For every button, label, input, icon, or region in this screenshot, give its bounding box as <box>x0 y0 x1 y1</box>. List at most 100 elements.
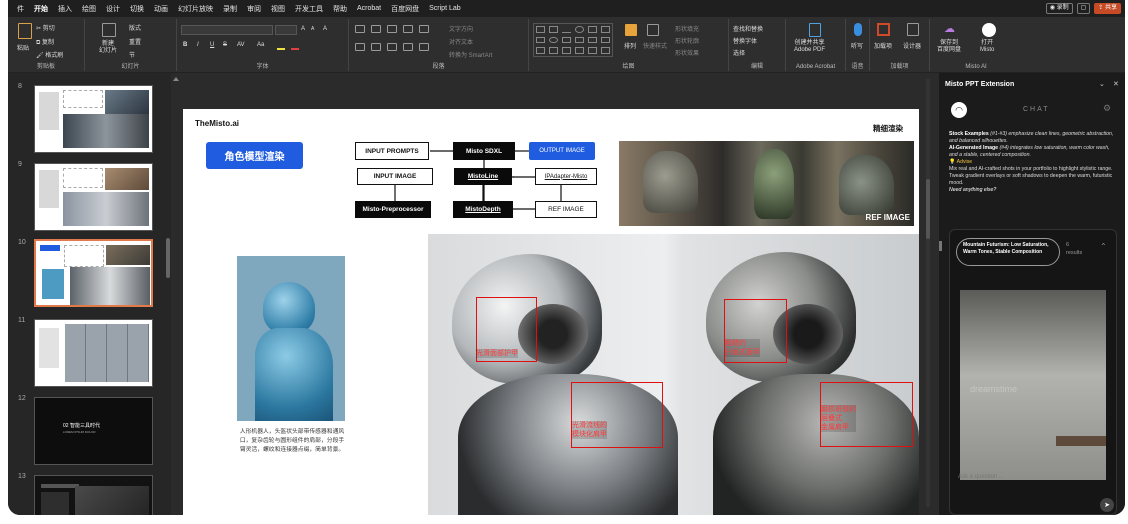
chat-line: Stock Examples (#1-#3) emphasize clean l… <box>949 131 1114 144</box>
increase-font-button[interactable]: A <box>301 26 305 32</box>
thumbnail-slide-13[interactable] <box>34 475 153 515</box>
tab-baidu[interactable]: 百度网盘 <box>386 4 424 14</box>
save-to-cloud-button[interactable]: 保存到 百度网盘 <box>937 40 961 54</box>
arrange-icon[interactable] <box>625 24 637 36</box>
thumbnail-slide-11[interactable] <box>34 319 153 387</box>
smartart-button[interactable]: 转换为 SmartArt <box>449 50 492 59</box>
new-slide-button[interactable]: 新建 幻灯片 <box>99 41 117 55</box>
tab-transitions[interactable]: 切换 <box>125 4 149 14</box>
tab-review[interactable]: 审阅 <box>242 4 266 14</box>
align-text-button[interactable]: 对齐文本 <box>449 37 473 46</box>
shape-outline-button[interactable]: 形状轮廓 <box>675 36 699 45</box>
create-pdf-button[interactable]: 创建并共享 Adobe PDF <box>794 40 825 54</box>
numbering-icon[interactable] <box>371 25 381 33</box>
baidu-cloud-icon[interactable]: ☁ <box>944 23 956 35</box>
slide[interactable]: TheMisto.ai 精细渲染 角色模型渲染 INPUT PROMPTS Mi… <box>183 109 919 515</box>
chat-messages: Stock Examples (#1-#3) emphasize clean l… <box>949 131 1117 194</box>
pdf-icon[interactable] <box>809 23 821 37</box>
layout-button[interactable]: 版式 <box>129 23 141 32</box>
outdent-icon[interactable] <box>403 25 413 33</box>
tab-design[interactable]: 设计 <box>101 4 125 14</box>
comment-button[interactable]: ▢ <box>1076 3 1091 14</box>
tab-draw[interactable]: 绘图 <box>77 4 101 14</box>
ask-input[interactable]: Ask a question... <box>958 474 1002 480</box>
tab-developer[interactable]: 开发工具 <box>290 4 328 14</box>
justify-icon[interactable] <box>403 43 413 51</box>
send-icon[interactable]: ➤ <box>1100 498 1114 512</box>
indent-icon[interactable] <box>387 25 397 33</box>
shapes-gallery[interactable] <box>533 23 613 57</box>
reset-button[interactable]: 重置 <box>129 37 141 46</box>
tab-acrobat[interactable]: Acrobat <box>352 5 386 12</box>
tab-insert[interactable]: 插入 <box>53 4 77 14</box>
shape-effect-button[interactable]: 形状效果 <box>675 48 699 57</box>
panel-resize-handle[interactable] <box>939 241 942 251</box>
tab-home[interactable]: 开始 <box>29 4 53 14</box>
share-button[interactable]: ⇪ 共享 <box>1094 3 1121 14</box>
thumbnail-slide-12[interactable]: 02 智能三具时代 LOREM IPSUM DOLOR <box>34 397 153 465</box>
clear-format-button[interactable]: A <box>323 26 327 32</box>
select-button[interactable]: 选择 <box>733 48 745 57</box>
bold-button[interactable]: B <box>183 42 187 48</box>
find-button[interactable]: 查找和替换 <box>733 24 763 33</box>
open-misto-button[interactable]: 打开 Misto <box>980 40 994 54</box>
result-tag[interactable]: Mountain Futurism: Low Saturation, Warm … <box>956 238 1060 266</box>
paste-label[interactable]: 粘贴 <box>17 43 29 52</box>
italic-button[interactable]: I <box>197 42 199 48</box>
result-image[interactable]: dreamstime <box>960 290 1106 480</box>
collapse-arrow-icon[interactable] <box>173 77 179 81</box>
font-color-icon[interactable] <box>291 43 299 50</box>
font-size-select[interactable] <box>275 25 297 35</box>
tab-help[interactable]: 帮助 <box>328 4 352 14</box>
canvas-scrollbar[interactable] <box>926 79 930 507</box>
char-spacing-button[interactable]: AV <box>237 42 245 48</box>
misto-logo-icon[interactable] <box>982 23 996 37</box>
record-button[interactable]: ◉ 录制 <box>1045 3 1073 14</box>
line-spacing-icon[interactable] <box>419 25 429 33</box>
text-direction-button[interactable]: 文字方向 <box>449 24 473 33</box>
align-right-icon[interactable] <box>387 43 397 51</box>
arrange-button[interactable]: 排列 <box>624 41 636 50</box>
thumbnail-scrollbar[interactable] <box>166 238 170 278</box>
collapse-icon[interactable]: ⌃ <box>1100 242 1107 251</box>
format-painter-button[interactable]: 🖌 格式刷 <box>36 50 63 59</box>
new-slide-icon[interactable] <box>102 23 116 37</box>
tab-slideshow[interactable]: 幻灯片放映 <box>173 4 218 14</box>
cut-button[interactable]: ✂ 剪切 <box>36 23 55 32</box>
section-button[interactable]: 节 <box>129 50 135 59</box>
close-icon[interactable]: ✕ <box>1113 80 1119 88</box>
font-name-select[interactable] <box>181 25 273 35</box>
highlight-icon[interactable] <box>277 43 285 50</box>
thumbnail-slide-9[interactable] <box>34 163 153 231</box>
quick-styles-button[interactable]: 快速样式 <box>643 41 667 50</box>
paste-icon[interactable] <box>18 23 32 39</box>
change-case-button[interactable]: Aa <box>257 42 264 48</box>
replace-font-button[interactable]: 替换字体 <box>733 36 757 45</box>
tab-record[interactable]: 录制 <box>218 4 242 14</box>
addins-button[interactable]: 加载项 <box>874 41 892 50</box>
dictate-button[interactable]: 听写 <box>851 41 863 50</box>
decrease-font-button[interactable]: A <box>311 26 314 32</box>
designer-button[interactable]: 设计器 <box>903 41 921 50</box>
addins-icon[interactable] <box>877 23 890 36</box>
columns-icon[interactable] <box>419 43 429 51</box>
settings-icon[interactable]: ⚙ <box>1103 103 1111 114</box>
copy-button[interactable]: ⧉ 复制 <box>36 37 54 47</box>
tab-view[interactable]: 视图 <box>266 4 290 14</box>
strike-button[interactable]: S <box>223 42 227 48</box>
quick-styles-icon[interactable] <box>647 24 659 36</box>
underline-button[interactable]: U <box>210 42 214 48</box>
align-left-icon[interactable] <box>355 43 365 51</box>
tab-scriptlab[interactable]: Script Lab <box>424 5 466 12</box>
thumbnail-slide-8[interactable] <box>34 85 153 153</box>
microphone-icon[interactable] <box>854 23 862 36</box>
ribbon: 粘贴 ✂ 剪切 ⧉ 复制 🖌 格式刷 剪贴板 新建 幻灯片 版式 重置 节 幻灯… <box>8 17 1125 73</box>
panel-options-icon[interactable]: ⌄ <box>1099 80 1105 88</box>
designer-icon[interactable] <box>907 23 919 36</box>
tab-animations[interactable]: 动画 <box>149 4 173 14</box>
bullets-icon[interactable] <box>355 25 365 33</box>
align-center-icon[interactable] <box>371 43 381 51</box>
tab-file[interactable]: 件 <box>12 4 29 14</box>
shape-fill-button[interactable]: 形状填充 <box>675 24 699 33</box>
thumbnail-slide-10[interactable] <box>34 239 153 307</box>
